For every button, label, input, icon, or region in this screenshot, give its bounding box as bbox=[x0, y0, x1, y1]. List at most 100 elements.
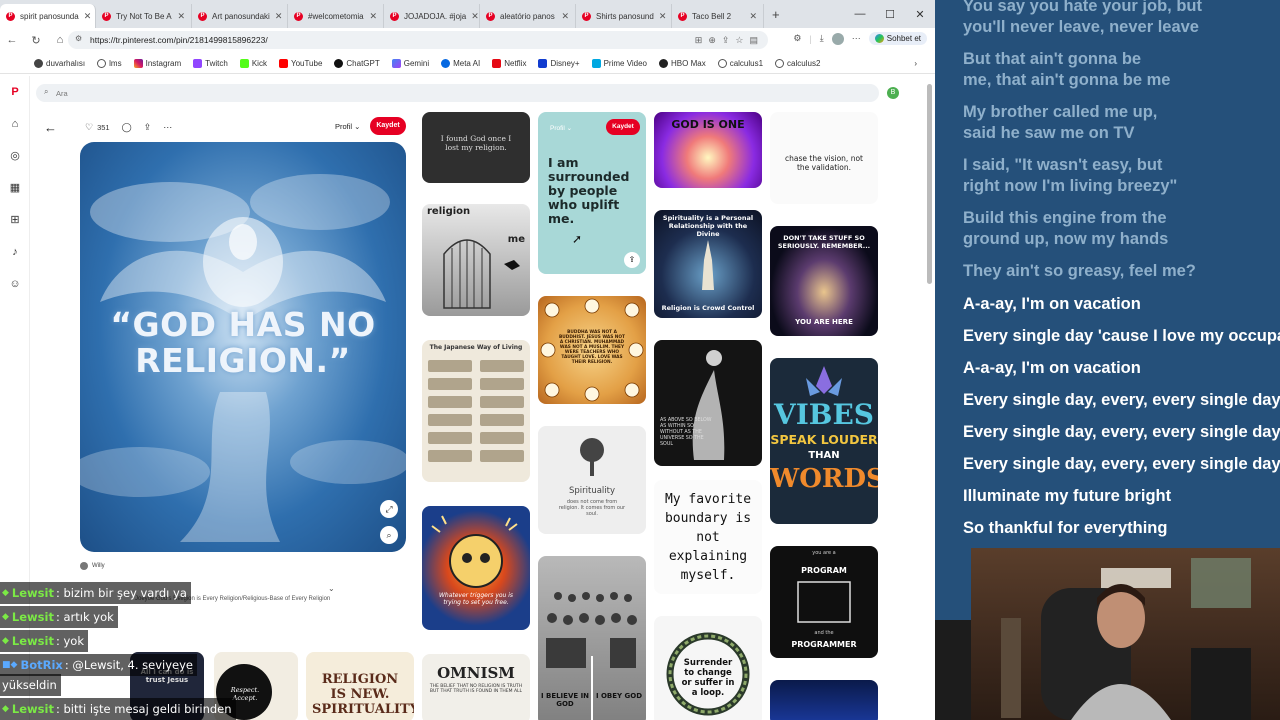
maximize-icon[interactable]: ☐ bbox=[875, 8, 905, 21]
share-icon[interactable]: ⇪ bbox=[144, 122, 152, 133]
tab-jojadoja[interactable]: P JOJADOJA. #joja ✕ bbox=[384, 4, 480, 28]
visual-search-icon[interactable]: ⌕ bbox=[380, 526, 398, 544]
bookmark-item[interactable]: calculus2 bbox=[771, 59, 824, 68]
close-window-icon[interactable]: ✕ bbox=[905, 8, 935, 21]
bookmark-item[interactable]: Prime Video bbox=[588, 59, 651, 68]
save-button[interactable]: Kaydet bbox=[606, 119, 640, 135]
extension-icon[interactable]: ▤ bbox=[749, 35, 758, 46]
back-arrow-icon[interactable]: ← bbox=[44, 120, 57, 135]
menu-icon[interactable]: ⋯ bbox=[852, 33, 861, 44]
close-icon[interactable]: ✕ bbox=[561, 11, 569, 22]
pin-card[interactable]: GOD IS ONE bbox=[654, 112, 762, 188]
close-icon[interactable]: ✕ bbox=[369, 11, 377, 22]
pin-card[interactable]: VIBES SPEAK LOUDER THAN WORDS bbox=[770, 358, 878, 524]
scrollbar[interactable] bbox=[927, 76, 933, 706]
bookmark-item[interactable]: HBO Max bbox=[655, 59, 710, 68]
extensions-icon[interactable]: ⚙ bbox=[793, 33, 801, 44]
bookmark-item[interactable]: YouTube bbox=[275, 59, 326, 68]
tab-taco-bell[interactable]: P Taco Bell 2 ✕ bbox=[672, 4, 764, 28]
close-icon[interactable]: ✕ bbox=[749, 11, 757, 22]
download-icon[interactable]: ⤓ bbox=[820, 33, 824, 44]
comment-icon[interactable]: ◯ bbox=[122, 122, 132, 133]
profile-dropdown[interactable]: Profil ⌄ bbox=[335, 122, 360, 131]
bookmark-item[interactable]: ChatGPT bbox=[330, 59, 383, 68]
notifications-icon[interactable]: ♪ bbox=[0, 236, 30, 268]
zoom-icon[interactable]: ⊕ bbox=[708, 35, 716, 46]
pinterest-logo-icon[interactable]: P bbox=[0, 76, 30, 108]
site-info-icon[interactable]: ⚙ bbox=[75, 34, 82, 43]
messages-icon[interactable]: ☺ bbox=[0, 268, 30, 300]
close-icon[interactable]: ✕ bbox=[659, 11, 667, 22]
pin-card[interactable]: DON'T TAKE STUFF SO SERIOUSLY. REMEMBER.… bbox=[770, 226, 878, 336]
chat-user: Lewsit bbox=[11, 634, 54, 648]
pin-image[interactable]: “GOD HAS NO RELIGION.” ⤢ ⌕ bbox=[80, 142, 406, 552]
pin-card[interactable]: I found God once I lost my religion. bbox=[422, 112, 530, 183]
pin-card[interactable]: Surrender to change or suffer in a loop. bbox=[654, 616, 762, 720]
bookmark-item[interactable]: Instagram bbox=[130, 59, 186, 68]
close-icon[interactable]: ✕ bbox=[84, 11, 92, 22]
bookmark-star-icon[interactable]: ☆ bbox=[735, 35, 743, 46]
tab-welcometomia[interactable]: P #welcometomia ✕ bbox=[288, 4, 384, 28]
bookmark-item[interactable]: duvarhalısı bbox=[30, 59, 89, 68]
bookmark-item[interactable]: Kick bbox=[236, 59, 271, 68]
close-icon[interactable]: ✕ bbox=[177, 11, 185, 22]
new-tab-icon[interactable]: + bbox=[764, 7, 780, 22]
pin-card[interactable]: AS ABOVE SO BELOW AS WITHIN SO WITHOUT A… bbox=[654, 340, 762, 466]
bookmark-item[interactable]: Twitch bbox=[189, 59, 232, 68]
url-field[interactable]: ⚙ https://tr.pinterest.com/pin/218149981… bbox=[68, 31, 768, 49]
share-icon[interactable]: ⇪ bbox=[624, 252, 640, 268]
avatar[interactable]: B bbox=[887, 87, 899, 99]
pin-card[interactable]: chase the vision, not the validation. bbox=[770, 112, 878, 204]
boards-icon[interactable]: ▦ bbox=[0, 172, 30, 204]
bookmark-item[interactable]: lms bbox=[93, 59, 125, 68]
pin-card[interactable] bbox=[770, 680, 878, 720]
home-icon[interactable]: ⌂ bbox=[52, 32, 68, 48]
bookmark-item[interactable]: Netflix bbox=[488, 59, 530, 68]
explore-icon[interactable]: ◎ bbox=[0, 140, 30, 172]
tab-try-not[interactable]: P Try Not To Be A ✕ bbox=[96, 4, 192, 28]
pin-card[interactable]: BUDDHA WAS NOT A BUDDHIST. JESUS WAS NOT… bbox=[538, 296, 646, 404]
tab-spirit[interactable]: Pspirit panosunda ✕ bbox=[0, 4, 96, 28]
expand-icon[interactable]: ⤢ bbox=[380, 500, 398, 518]
bookmarks-more-icon[interactable]: › bbox=[910, 59, 921, 68]
minimize-icon[interactable]: — bbox=[845, 8, 875, 20]
heart-icon[interactable]: ♡ bbox=[85, 122, 93, 133]
pin-card[interactable]: The Japanese Way of Living bbox=[422, 340, 530, 482]
save-button[interactable]: Kaydet bbox=[370, 117, 406, 135]
pin-card[interactable]: My favorite boundary is not explaining m… bbox=[654, 480, 762, 594]
scrollbar-thumb[interactable] bbox=[927, 84, 932, 284]
pin-card[interactable]: Spirituality is a Personal Relationship … bbox=[654, 210, 762, 318]
pin-card[interactable]: RELIGION IS NEW. SPIRITUALITY bbox=[306, 652, 414, 720]
tab-art[interactable]: P Art panosundaki ✕ bbox=[192, 4, 288, 28]
create-icon[interactable]: ⊞ bbox=[0, 204, 30, 236]
search-input[interactable]: ⌕ Ara bbox=[36, 84, 879, 102]
bookmark-item[interactable]: Disney+ bbox=[534, 59, 583, 68]
profile-dropdown[interactable]: Profil ⌄ bbox=[550, 124, 572, 132]
pin-author[interactable]: Willy bbox=[80, 562, 105, 570]
bookmark-item[interactable]: Meta AI bbox=[437, 59, 484, 68]
pin-card[interactable]: I BELIEVE IN GOD I OBEY GOD bbox=[538, 556, 646, 720]
tab-aleatorio[interactable]: Paleatório panos ✕ bbox=[480, 4, 576, 28]
pin-card[interactable]: religion me bbox=[422, 204, 530, 316]
bookmark-item[interactable]: Gemini bbox=[388, 59, 433, 68]
pinterest-icon: P bbox=[486, 11, 495, 21]
more-icon[interactable]: ⋯ bbox=[163, 122, 172, 133]
pin-card[interactable]: Spirituality does not come from religion… bbox=[538, 426, 646, 534]
reload-icon[interactable]: ↻ bbox=[28, 32, 44, 48]
chevron-down-icon[interactable]: ⌄ bbox=[328, 584, 335, 593]
pin-card[interactable]: OMNISM THE BELIEF THAT NO RELIGION IS TR… bbox=[422, 654, 530, 720]
share-icon[interactable]: ⇪ bbox=[722, 35, 730, 46]
pin-card[interactable]: you are a PROGRAM and the PROGRAMMER bbox=[770, 546, 878, 658]
lyric-line: Every single day, every, every single da… bbox=[963, 423, 1280, 441]
pin-card[interactable]: Whatever triggers you is trying to set y… bbox=[422, 506, 530, 630]
bookmark-item[interactable]: calculus1 bbox=[714, 59, 767, 68]
translate-icon[interactable]: ⊞ bbox=[695, 35, 703, 46]
close-icon[interactable]: ✕ bbox=[275, 11, 283, 22]
home-icon[interactable]: ⌂ bbox=[0, 108, 30, 140]
chat-button[interactable]: Sohbet et bbox=[868, 32, 927, 45]
profile-icon[interactable] bbox=[831, 32, 844, 45]
close-icon[interactable]: ✕ bbox=[471, 11, 479, 22]
tab-shirts[interactable]: P Shirts panosund ✕ bbox=[576, 4, 672, 28]
back-icon[interactable]: ← bbox=[4, 32, 20, 48]
pin-card-hovered[interactable]: Profil ⌄ Kaydet I am surrounded by peopl… bbox=[538, 112, 646, 274]
